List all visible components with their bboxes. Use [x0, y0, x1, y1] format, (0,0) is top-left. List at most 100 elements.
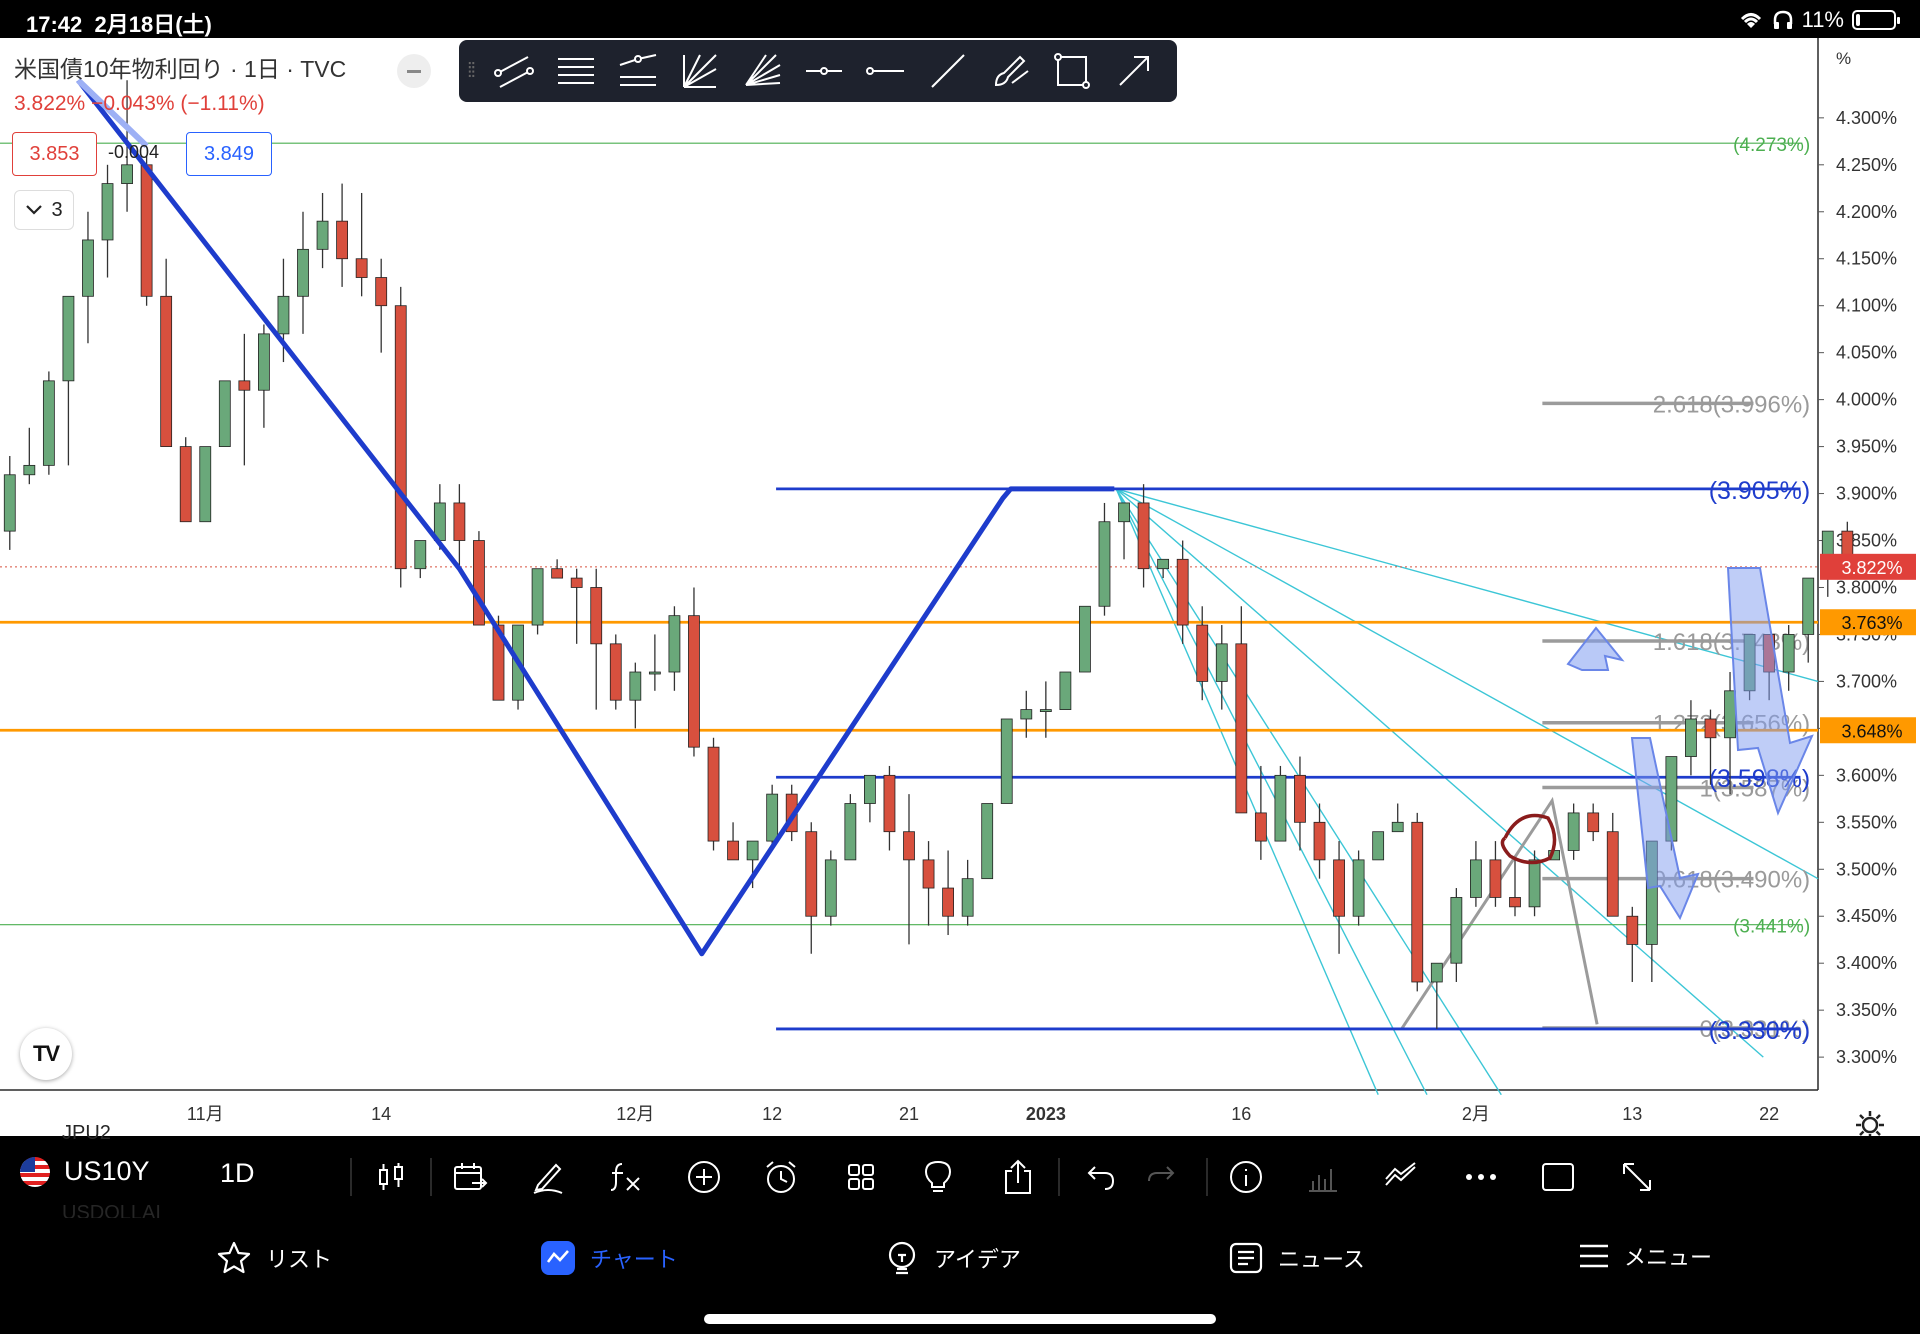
- pen-icon[interactable]: [525, 1154, 571, 1200]
- redo-icon[interactable]: [1138, 1154, 1184, 1200]
- horizontal-ray-icon[interactable]: [793, 46, 855, 96]
- candle: [1430, 962, 1443, 1029]
- drawing-toolbar[interactable]: ⁞⁞: [459, 40, 1177, 102]
- indicator-count-toggle[interactable]: 3: [14, 190, 74, 230]
- square-icon[interactable]: [1535, 1154, 1581, 1200]
- symbol-title[interactable]: 米国債10年物利回り · 1日 · TVC: [14, 50, 346, 84]
- candle: [570, 568, 583, 644]
- candle: [1215, 625, 1228, 710]
- news-icon: [1229, 1242, 1263, 1274]
- status-time: 17:42 2月18日(土): [26, 12, 212, 37]
- candle-body: [1079, 605, 1091, 673]
- price-chart[interactable]: % 4.300% 4.250% 4.200% 4.150% 4.100% 4.050% 4.0…: [0, 38, 1920, 1136]
- candle-body: [336, 220, 348, 260]
- trading-icon[interactable]: [1378, 1154, 1424, 1200]
- candle: [1626, 906, 1639, 982]
- candle: [1000, 718, 1013, 804]
- axis-unit-label: %: [1836, 49, 1851, 68]
- candle-body: [766, 793, 779, 842]
- indicator-count: 3: [51, 198, 63, 221]
- fullscreen-icon[interactable]: [1614, 1154, 1660, 1200]
- time-tick-label: 2023: [1026, 1104, 1066, 1124]
- chevron-down-icon: [26, 205, 43, 215]
- candle-body: [590, 587, 603, 645]
- chart-area[interactable]: % 4.300% 4.250% 4.200% 4.150% 4.100% 4.050% 4.0…: [0, 38, 1920, 1139]
- candle-body: [199, 446, 212, 523]
- rectangle-icon[interactable]: [1041, 46, 1103, 96]
- candle: [414, 540, 427, 579]
- indicators-icon[interactable]: [602, 1154, 648, 1200]
- candle-body: [922, 859, 935, 889]
- more-icon[interactable]: [1458, 1154, 1504, 1200]
- pitchfork-icon[interactable]: [669, 46, 731, 96]
- candle-body: [258, 333, 270, 391]
- collapse-legend-button[interactable]: [397, 54, 431, 88]
- price-tick-label: 3.300%: [1836, 1047, 1897, 1067]
- candle-body: [668, 615, 681, 673]
- candle-body: [355, 258, 368, 278]
- symbol-name: US10Y: [64, 1156, 150, 1186]
- candle: [707, 737, 720, 851]
- candle: [1606, 812, 1619, 917]
- candles-icon[interactable]: [368, 1154, 414, 1200]
- arrow-icon[interactable]: [1103, 46, 1165, 96]
- time-tick-label: 14: [371, 1104, 391, 1124]
- home-indicator[interactable]: [704, 1314, 1216, 1324]
- symbol-selector[interactable]: US10Y: [20, 1156, 150, 1187]
- candle: [668, 606, 681, 691]
- candle: [1079, 605, 1091, 673]
- trend-line-icon[interactable]: [917, 46, 979, 96]
- tab-list[interactable]: リスト: [216, 1240, 332, 1276]
- candle-body: [42, 380, 55, 466]
- candle: [805, 822, 818, 954]
- tab-label: ニュース: [1278, 1247, 1365, 1272]
- tab-ideas[interactable]: アイデア: [884, 1240, 1021, 1276]
- add-circle-icon[interactable]: [681, 1154, 727, 1200]
- info-icon[interactable]: [1223, 1154, 1269, 1200]
- symbol-legend[interactable]: 米国債10年物利回り · 1日 · TVC 3.822% −0.043% (−1…: [14, 50, 346, 116]
- tradingview-logo[interactable]: TV: [20, 1028, 72, 1080]
- marker-arrow: [1630, 737, 1700, 921]
- interval-selector[interactable]: 1D: [220, 1158, 255, 1189]
- tab-chart[interactable]: チャート: [540, 1240, 678, 1276]
- disjoint-channel-icon[interactable]: [607, 46, 669, 96]
- candle-body: [3, 474, 16, 532]
- parallel-channel-icon[interactable]: [483, 46, 545, 96]
- candle-body: [629, 671, 642, 701]
- candle-body: [864, 774, 876, 804]
- tab-label: チャート: [590, 1247, 678, 1272]
- candle-body: [981, 803, 994, 880]
- brush-icon[interactable]: [979, 46, 1041, 96]
- bar-chart-icon[interactable]: [1300, 1154, 1346, 1200]
- candle-body: [1098, 521, 1111, 607]
- candle: [1509, 859, 1521, 917]
- tab-menu[interactable]: メニュー: [1578, 1240, 1712, 1272]
- candle: [1254, 765, 1267, 860]
- candle-body: [551, 568, 564, 579]
- buy-price-box[interactable]: 3.849: [186, 132, 272, 176]
- fib-fan-line: [1115, 488, 1428, 1096]
- sell-price-box[interactable]: 3.853: [12, 132, 97, 176]
- candle: [297, 211, 309, 334]
- candle: [1137, 484, 1150, 588]
- alarm-icon[interactable]: [758, 1154, 804, 1200]
- share-icon[interactable]: [995, 1154, 1041, 1200]
- compare-icon[interactable]: [447, 1154, 493, 1200]
- layout-grid-icon[interactable]: [838, 1154, 884, 1200]
- candle: [1176, 540, 1189, 644]
- candle-body: [394, 305, 407, 570]
- undo-icon[interactable]: [1078, 1154, 1124, 1200]
- candle-body: [218, 380, 231, 447]
- horizontal-line-icon[interactable]: [855, 46, 917, 96]
- candle: [23, 427, 36, 485]
- candle-body: [179, 446, 192, 523]
- tab-news[interactable]: ニュース: [1228, 1240, 1365, 1276]
- fib-fan-icon[interactable]: [731, 46, 793, 96]
- candle-body: [531, 568, 544, 626]
- time-tick-label: 11月: [187, 1104, 224, 1124]
- horizontal-lines-icon[interactable]: [545, 46, 607, 96]
- idea-bulb-icon[interactable]: [915, 1154, 961, 1200]
- drag-handle-icon[interactable]: ⁞⁞: [467, 56, 483, 86]
- candle: [218, 380, 231, 447]
- time-tick-label: 13: [1622, 1104, 1642, 1124]
